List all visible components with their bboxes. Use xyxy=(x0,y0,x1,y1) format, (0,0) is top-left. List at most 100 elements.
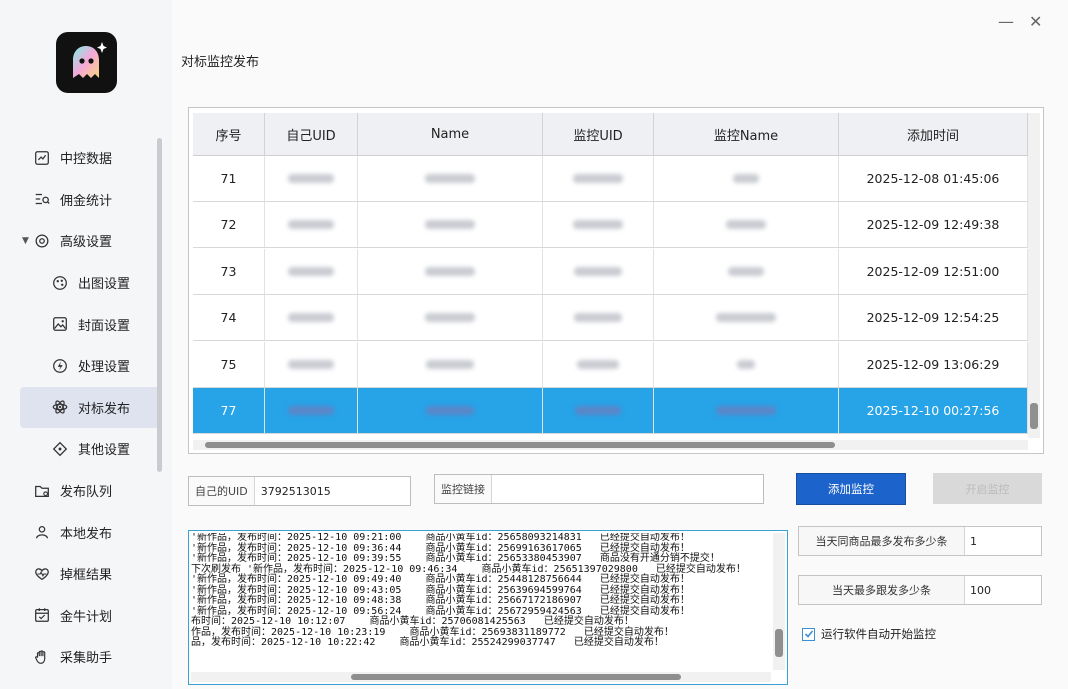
redaction-blur xyxy=(573,174,623,183)
expand-caret-icon[interactable]: ▼ xyxy=(22,236,29,246)
column-header[interactable]: Name xyxy=(358,113,543,156)
own-uid-field[interactable]: 自己的UID 3792513015 xyxy=(188,476,411,506)
max-daily-setting: 当天最多跟发多少条 100 xyxy=(798,575,1042,605)
max-same-product-input[interactable]: 1 xyxy=(965,527,1041,555)
page-title: 对标监控发布 xyxy=(181,55,260,70)
redacted-cell xyxy=(358,341,543,387)
log-output[interactable]: '新作品，发布时间：2025-12-10 09:21:00 商品小黄车id：25… xyxy=(188,530,788,685)
log-line: 品，发布时间：2025-12-10 10:22:42 商品小黄车id：25524… xyxy=(191,637,664,648)
table-horizontal-scrollbar[interactable] xyxy=(193,440,1028,450)
column-header[interactable]: 添加时间 xyxy=(839,113,1028,156)
main-panel: — ✕ 对标监控发布 序号 自己UID Name 监控UID 监控Name 添加时间 71… xyxy=(172,0,1068,689)
redacted-cell xyxy=(543,248,654,294)
row-add-time: 2025-12-09 13:06:29 xyxy=(839,341,1028,387)
atom-icon xyxy=(50,397,70,417)
log-horizontal-scrollbar[interactable] xyxy=(191,672,771,682)
redaction-blur xyxy=(426,359,474,369)
redacted-cell xyxy=(265,202,358,248)
ghost-logo-icon xyxy=(73,42,107,78)
row-add-time: 2025-12-10 00:27:56 xyxy=(839,388,1028,433)
table-row[interactable]: 75 2025-12-09 13:06:29 xyxy=(193,341,1028,388)
row-add-time: 2025-12-08 01:45:06 xyxy=(839,156,1028,201)
table-row[interactable]: 77 2025-12-10 00:27:56 xyxy=(193,388,1028,434)
column-header[interactable]: 自己UID xyxy=(265,113,358,156)
redacted-cell xyxy=(358,248,543,294)
redacted-cell xyxy=(358,156,543,201)
sidebar-item-label: 金牛计划 xyxy=(60,609,113,625)
redaction-blur xyxy=(574,313,622,323)
column-header[interactable]: 序号 xyxy=(193,113,265,156)
table-row[interactable]: 74 2025-12-09 12:54:25 xyxy=(193,295,1028,342)
calendar-icon xyxy=(32,605,52,625)
sidebar-item-3[interactable]: 出图设置 xyxy=(20,262,160,304)
sidebar-item-0[interactable]: 中控数据 xyxy=(20,137,160,179)
redacted-cell xyxy=(654,248,839,294)
sidebar-nav: 中控数据 佣金统计 ▼ 高级设置出图设置封面设置处理设置对标发布其他设置 发布队列本地发… xyxy=(20,137,160,678)
sidebar-item-4[interactable]: 封面设置 xyxy=(20,303,160,345)
log-line: '新作品，发布时间：2025-12-10 09:21:00 商品小黄车id：25… xyxy=(191,533,690,543)
redaction-blur xyxy=(574,266,622,276)
sidebar-item-label: 高级设置 xyxy=(60,235,113,251)
max-daily-label: 当天最多跟发多少条 xyxy=(799,576,965,604)
max-daily-input[interactable]: 100 xyxy=(965,576,1041,604)
lightning-icon xyxy=(50,356,70,376)
redacted-cell xyxy=(265,341,358,387)
own-uid-input[interactable]: 3792513015 xyxy=(255,485,331,498)
table-row[interactable]: 73 2025-12-09 12:51:00 xyxy=(193,248,1028,295)
sidebar-item-7[interactable]: 其他设置 xyxy=(20,428,160,470)
redacted-cell xyxy=(543,202,654,248)
diamond-icon xyxy=(50,439,70,459)
table-row[interactable]: 72 2025-12-09 12:49:38 xyxy=(193,202,1028,249)
autostart-checkbox[interactable] xyxy=(802,627,815,641)
redaction-blur xyxy=(728,266,764,276)
table-vertical-scrollbar[interactable] xyxy=(1028,113,1040,438)
sidebar-item-label: 封面设置 xyxy=(78,318,131,334)
monitor-link-field[interactable]: 监控链接 xyxy=(434,474,764,504)
max-same-product-label: 当天同商品最多发布多少条 xyxy=(799,527,965,555)
redaction-blur xyxy=(288,359,334,369)
row-index: 75 xyxy=(193,341,265,387)
sidebar-item-8[interactable]: 发布队列 xyxy=(20,470,160,512)
redaction-blur xyxy=(288,220,334,230)
palette-icon xyxy=(50,273,70,293)
heart-pulse-icon xyxy=(32,564,52,584)
minimize-icon[interactable]: — xyxy=(998,12,1014,31)
redacted-cell xyxy=(265,388,358,433)
redaction-blur xyxy=(426,406,474,415)
autostart-checkbox-row[interactable]: 运行软件自动开始监控 xyxy=(802,626,936,642)
log-lines: '新作品，发布时间：2025-12-10 09:21:00 商品小黄车id：25… xyxy=(191,533,766,670)
sidebar-item-10[interactable]: 掉框结果 xyxy=(20,553,160,595)
redacted-cell xyxy=(654,341,839,387)
sidebar-item-label: 本地发布 xyxy=(60,526,113,542)
list-search-icon xyxy=(32,189,52,209)
sidebar-item-9[interactable]: 本地发布 xyxy=(20,511,160,553)
sidebar-item-6[interactable]: 对标发布 xyxy=(20,386,160,429)
table-body: 71 2025-12-08 01:45:06 72 2025-12-09 12:49:… xyxy=(193,156,1028,441)
add-monitor-button[interactable]: 添加监控 xyxy=(796,473,906,505)
log-vertical-scrollbar[interactable] xyxy=(773,533,785,670)
start-monitor-button[interactable]: 开启监控 xyxy=(933,473,1042,504)
chart-icon xyxy=(32,148,52,168)
redaction-blur xyxy=(288,266,334,276)
sidebar-item-1[interactable]: 佣金统计 xyxy=(20,179,160,221)
column-header[interactable]: 监控Name xyxy=(654,113,839,156)
gear-icon xyxy=(32,231,52,251)
redacted-cell xyxy=(543,156,654,201)
sidebar-item-12[interactable]: 采集助手 xyxy=(20,636,160,678)
monitor-table: 序号 自己UID Name 监控UID 监控Name 添加时间 71 2025-12-08 … xyxy=(188,107,1044,454)
sidebar-item-5[interactable]: 处理设置 xyxy=(20,345,160,387)
sidebar-scrollbar[interactable] xyxy=(157,138,162,472)
row-index: 72 xyxy=(193,202,265,248)
sidebar-item-2[interactable]: ▼ 高级设置 xyxy=(20,220,160,262)
image-icon xyxy=(50,314,70,334)
app-logo xyxy=(56,32,117,93)
table-row[interactable]: 71 2025-12-08 01:45:06 xyxy=(193,156,1028,202)
redacted-cell xyxy=(358,295,543,341)
close-icon[interactable]: ✕ xyxy=(1029,12,1042,31)
autostart-label: 运行软件自动开始监控 xyxy=(821,627,936,641)
sidebar-item-11[interactable]: 金牛计划 xyxy=(20,595,160,637)
column-header[interactable]: 监控UID xyxy=(543,113,654,156)
redaction-blur xyxy=(716,313,776,323)
sidebar-item-label: 对标发布 xyxy=(78,401,131,417)
redaction-blur xyxy=(573,220,623,230)
